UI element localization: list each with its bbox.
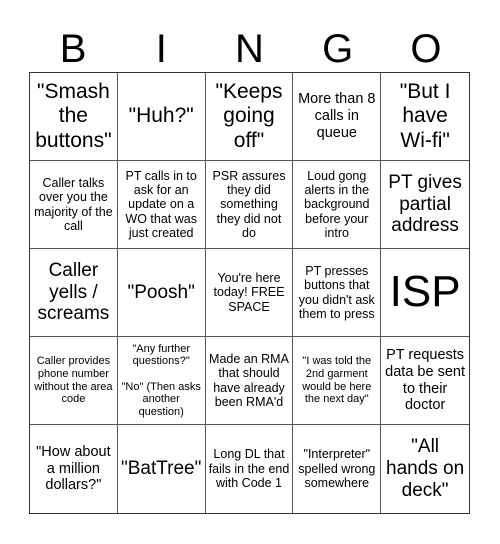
bingo-cell[interactable]: PT gives partial address: [381, 161, 469, 249]
bingo-cell[interactable]: ISP: [381, 249, 469, 337]
bingo-cell[interactable]: Made an RMA that should have already bee…: [205, 337, 294, 425]
bingo-header: B I N G O: [29, 26, 470, 72]
bingo-cell[interactable]: Long DL that fails in the end with Code …: [206, 425, 294, 513]
bingo-grid: "Smash the buttons" "Huh?" "Keeps going …: [29, 72, 470, 514]
bingo-cell[interactable]: "Poosh": [117, 249, 206, 337]
bingo-cell[interactable]: Caller talks over you the majority of th…: [30, 161, 118, 249]
bingo-cell[interactable]: PT calls in to ask for an update on a WO…: [117, 161, 206, 249]
free-space-cell[interactable]: You're here today! FREE SPACE: [205, 249, 294, 337]
bingo-cell[interactable]: "All hands on deck": [381, 425, 469, 513]
bingo-cell[interactable]: PT requests data be sent to their doctor: [381, 337, 469, 425]
bingo-cell[interactable]: "BatTree": [118, 425, 206, 513]
bingo-cell[interactable]: Caller yells / screams: [30, 249, 118, 337]
bingo-cell[interactable]: "Any further questions?" "No" (Then asks…: [117, 337, 206, 425]
bingo-cell[interactable]: PT presses buttons that you didn't ask t…: [293, 249, 382, 337]
bingo-cell[interactable]: "Keeps going off": [205, 73, 294, 161]
bingo-cell[interactable]: "Huh?": [117, 73, 206, 161]
bingo-cell[interactable]: "Interpreter" spelled wrong somewhere: [293, 425, 382, 513]
bingo-cell[interactable]: "How about a million dollars?": [30, 425, 118, 513]
bingo-cell[interactable]: "I was told the 2nd garment would be her…: [293, 337, 382, 425]
bingo-cell[interactable]: Caller provides phone number without the…: [30, 337, 118, 425]
bingo-cell[interactable]: Loud gong alerts in the background befor…: [293, 161, 382, 249]
header-letter-o: O: [410, 27, 442, 71]
bingo-cell[interactable]: More than 8 calls in queue: [293, 73, 382, 161]
bingo-cell[interactable]: "Smash the buttons": [30, 73, 118, 161]
bingo-cell[interactable]: PSR assures they did something they did …: [205, 161, 294, 249]
header-letter-b: B: [59, 27, 87, 71]
header-letter-n: N: [235, 27, 264, 71]
header-letter-g: G: [322, 27, 354, 71]
bingo-cell[interactable]: "But I have Wi-fi": [381, 73, 469, 161]
header-letter-i: I: [155, 27, 167, 71]
